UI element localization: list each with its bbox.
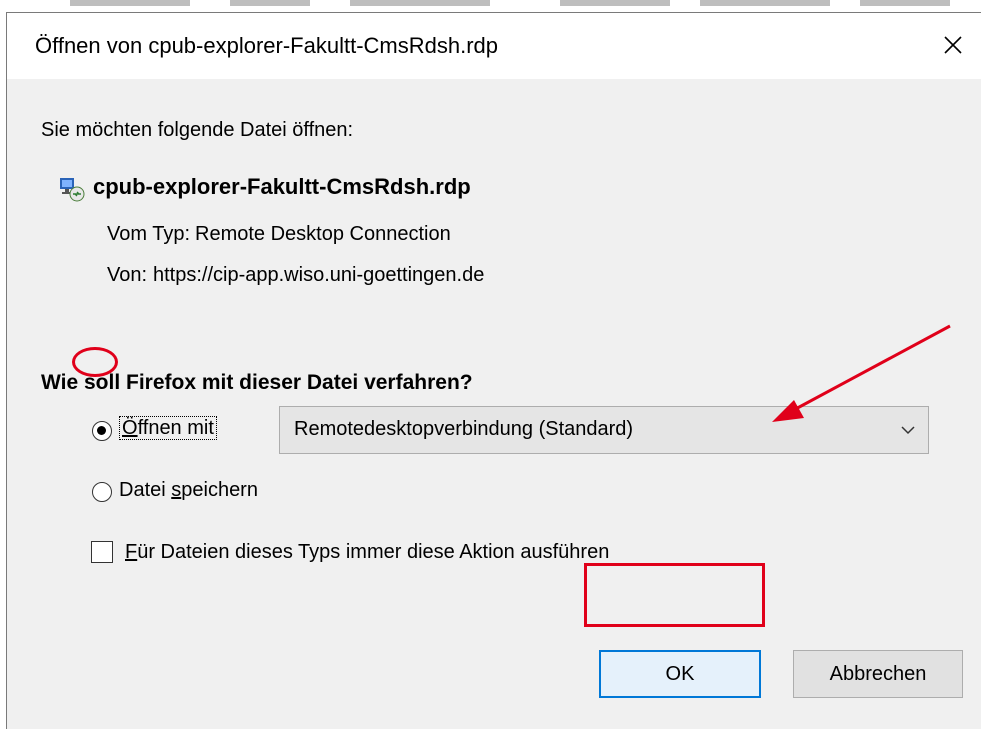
- save-file-radio[interactable]: [92, 482, 112, 502]
- annotation-ellipse: [72, 347, 118, 377]
- dialog-title: Öffnen von cpub-explorer-Fakultt-CmsRdsh…: [35, 33, 499, 58]
- rdp-file-icon: [60, 178, 85, 202]
- title-bar: Öffnen von cpub-explorer-Fakultt-CmsRdsh…: [7, 13, 981, 79]
- always-action-label[interactable]: Für Dateien dieses Typs immer diese Akti…: [125, 541, 609, 564]
- open-with-radio[interactable]: [92, 421, 112, 441]
- open-prompt: Sie möchten folgende Datei öffnen:: [41, 119, 354, 141]
- ok-button[interactable]: OK: [599, 650, 761, 698]
- cancel-button[interactable]: Abbrechen: [793, 650, 963, 698]
- open-with-label[interactable]: Öffnen mit: [119, 416, 217, 440]
- file-name: cpub-explorer-Fakultt-CmsRdsh.rdp: [93, 174, 471, 199]
- annotation-rectangle: [584, 563, 765, 627]
- type-value: Remote Desktop Connection: [195, 223, 451, 245]
- from-label: Von:: [107, 264, 148, 286]
- from-value: https://cip-app.wiso.uni-goettingen.de: [153, 264, 485, 286]
- type-label: Vom Typ:: [107, 223, 191, 245]
- close-icon: [944, 36, 962, 54]
- annotation-arrow: [772, 324, 951, 422]
- application-select-value: Remotedesktopverbindung (Standard): [294, 418, 634, 440]
- always-action-checkbox[interactable]: [91, 541, 113, 563]
- save-file-label[interactable]: Datei speichern: [119, 479, 258, 502]
- close-button[interactable]: [933, 25, 973, 65]
